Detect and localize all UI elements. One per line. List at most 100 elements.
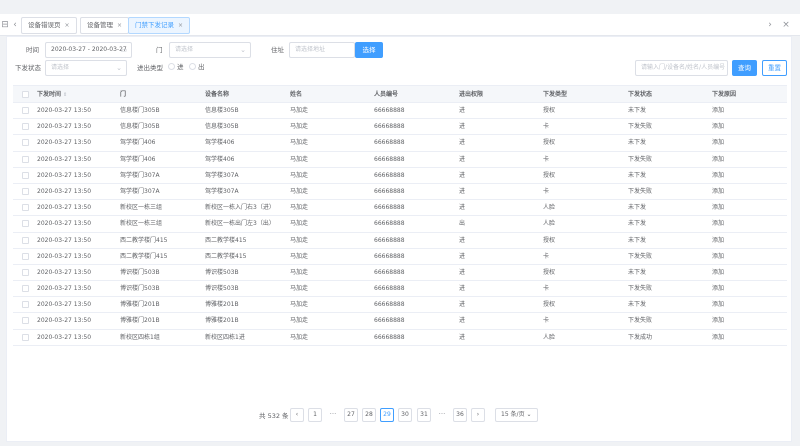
row-checkbox[interactable] <box>22 317 29 325</box>
content-panel: 时间 2020-03-27 - 2020-03-27 ▭ 门 请选择 ⌄ 住址 … <box>6 36 792 442</box>
next-page-button[interactable]: › <box>471 408 485 422</box>
close-icon[interactable]: × <box>178 22 183 29</box>
close-icon[interactable]: × <box>65 22 70 29</box>
table-row[interactable]: 2020-03-27 13:50 驾学楼门406 驾学楼406 马加走 66668888… <box>13 135 787 152</box>
reset-button[interactable]: 重置 <box>762 60 787 76</box>
row-checkbox[interactable] <box>22 139 29 147</box>
date-range-input[interactable]: 2020-03-27 - 2020-03-27 ▭ <box>45 42 132 58</box>
table-row[interactable]: 2020-03-27 13:50 驾学楼门406 驾学楼406 马加走 66668888… <box>13 152 787 168</box>
more-pages-icon[interactable]: ··· <box>326 408 340 420</box>
cell-door: 信息楼门305B <box>120 107 160 114</box>
page-30-button[interactable]: 30 <box>398 408 412 422</box>
cell-issue-type: 授权 <box>543 236 556 244</box>
header-name: 姓名 <box>290 91 303 98</box>
header-issue-status: 下发状态 <box>628 91 653 98</box>
cell-time: 2020-03-27 13:50 <box>37 171 92 179</box>
table-row[interactable]: 2020-03-27 13:50 新校区一栋三组 新校区一栋出门左3（出） 马加走 66… <box>13 216 787 233</box>
cell-name: 马加走 <box>290 187 309 195</box>
table-row[interactable]: 2020-03-27 13:50 新校区一栋三组 新校区一栋入门右3（进） 马加走 66… <box>13 200 787 217</box>
table-row[interactable]: 2020-03-27 13:50 博识楼门503B 博识楼503B 马加走 666688… <box>13 281 787 298</box>
cell-issue-reason: 添加 <box>712 220 725 228</box>
table-row[interactable]: 2020-03-27 13:50 西二教学楼门415 西二教学楼415 马加走 6666… <box>13 249 787 265</box>
header-issue-type: 下发类型 <box>543 91 568 98</box>
cell-issue-type: 卡 <box>543 285 550 293</box>
row-checkbox[interactable] <box>22 171 29 179</box>
page-size-select[interactable]: 15 条/页 ⌄ <box>495 408 538 422</box>
prev-page-button[interactable]: ‹ <box>290 408 304 422</box>
row-checkbox[interactable] <box>22 268 29 276</box>
table-row[interactable]: 2020-03-27 13:50 博雅楼门201B 博雅楼201B 马加走 666688… <box>13 297 787 314</box>
sort-icon[interactable]: ⇕ <box>63 92 67 98</box>
chevron-down-icon: ⌄ <box>240 46 246 54</box>
menu-toggle-icon[interactable]: ⊟ <box>0 19 10 31</box>
tab-device-management[interactable]: 设备管理 × <box>80 17 130 34</box>
tab-access-issue-records[interactable]: 门禁下发记录 × <box>128 17 191 34</box>
cell-time: 2020-03-27 13:50 <box>37 155 92 163</box>
chevron-right-icon[interactable]: › <box>765 19 775 31</box>
cell-door: 驾学楼门406 <box>120 139 156 147</box>
chevron-left-icon[interactable]: ‹ <box>10 19 20 31</box>
tab-device-error[interactable]: 设备错误页 × <box>21 17 77 34</box>
row-checkbox[interactable] <box>22 123 29 131</box>
row-checkbox[interactable] <box>22 155 29 163</box>
table-row[interactable]: 2020-03-27 13:50 驾学楼门307A 驾学楼307A 马加走 666688… <box>13 184 787 201</box>
table-row[interactable]: 2020-03-27 13:50 博识楼门503B 博识楼503B 马加走 666688… <box>13 265 787 282</box>
header-time[interactable]: 下发时间 ⇕ <box>37 86 67 102</box>
cell-person-id: 66668888 <box>374 204 405 212</box>
cell-inout-permission: 进 <box>459 139 466 147</box>
row-checkbox[interactable] <box>22 107 29 114</box>
select-address-button[interactable]: 选择 <box>355 42 383 58</box>
row-checkbox[interactable] <box>22 220 29 228</box>
search-input[interactable]: 请输入门/设备名/姓名/人员编号 <box>635 60 728 76</box>
calendar-icon: ▭ <box>120 46 127 54</box>
close-icon[interactable]: × <box>117 22 122 29</box>
address-input[interactable]: 请选择地址 <box>289 42 355 58</box>
row-checkbox[interactable] <box>22 285 29 293</box>
row-checkbox[interactable] <box>22 236 29 244</box>
cell-issue-status: 下发失败 <box>628 317 653 325</box>
cell-issue-reason: 添加 <box>712 236 725 244</box>
cell-person-id: 66668888 <box>374 123 405 131</box>
table-row[interactable]: 2020-03-27 13:50 信息楼门305B 信息楼305B 马加走 666688… <box>13 103 787 120</box>
cell-time: 2020-03-27 13:50 <box>37 204 92 212</box>
radio-circle <box>189 63 196 70</box>
table-row[interactable]: 2020-03-27 13:50 新校区四栋1组 新校区四栋1进 马加走 6666888… <box>13 330 787 346</box>
close-all-icon[interactable]: × <box>781 19 791 31</box>
select-all-checkbox[interactable] <box>22 91 29 98</box>
row-checkbox[interactable] <box>22 301 29 309</box>
row-checkbox[interactable] <box>22 333 29 341</box>
table-row[interactable]: 2020-03-27 13:50 博雅楼门201B 博雅楼201B 马加走 666688… <box>13 313 787 330</box>
row-checkbox[interactable] <box>22 204 29 212</box>
page-31-button[interactable]: 31 <box>417 408 431 422</box>
more-pages-icon[interactable]: ··· <box>435 408 449 420</box>
cell-issue-type: 人脸 <box>543 220 556 228</box>
radio-out[interactable]: 出 <box>189 62 205 72</box>
page-27-button[interactable]: 27 <box>344 408 358 422</box>
table-row[interactable]: 2020-03-27 13:50 驾学楼门307A 驾学楼307A 马加走 666688… <box>13 168 787 184</box>
cell-issue-reason: 添加 <box>712 268 725 276</box>
door-select[interactable]: 请选择 ⌄ <box>169 42 251 58</box>
cell-name: 马加走 <box>290 220 309 228</box>
cell-time: 2020-03-27 13:50 <box>37 252 92 260</box>
cell-device-name: 新校区四栋1进 <box>205 333 245 341</box>
radio-in[interactable]: 进 <box>168 62 184 72</box>
records-table: 下发时间 ⇕ 门 设备名称 姓名 人员编号 进出权限 下发类型 下发状态 下发原因… <box>13 85 787 346</box>
cell-issue-type: 授权 <box>543 139 556 147</box>
cell-inout-permission: 进 <box>459 204 466 212</box>
page-29-button[interactable]: 29 <box>380 408 394 422</box>
status-placeholder: 请选择 <box>51 64 70 71</box>
page-28-button[interactable]: 28 <box>362 408 376 422</box>
table-row[interactable]: 2020-03-27 13:50 信息楼门305B 信息楼305B 马加走 666688… <box>13 119 787 136</box>
tab-label: 门禁下发记录 <box>135 21 174 29</box>
page-1-button[interactable]: 1 <box>308 408 322 422</box>
cell-issue-type: 卡 <box>543 155 550 163</box>
radio-in-label: 进 <box>177 63 184 71</box>
cell-issue-reason: 添加 <box>712 317 725 325</box>
table-row[interactable]: 2020-03-27 13:50 西二教学楼门415 西二教学楼415 马加走 6666… <box>13 233 787 249</box>
status-select[interactable]: 请选择 ⌄ <box>45 60 127 76</box>
page-36-button[interactable]: 36 <box>453 408 467 422</box>
query-button[interactable]: 查询 <box>732 60 757 76</box>
row-checkbox[interactable] <box>22 252 29 260</box>
row-checkbox[interactable] <box>22 187 29 195</box>
cell-time: 2020-03-27 13:50 <box>37 107 92 114</box>
